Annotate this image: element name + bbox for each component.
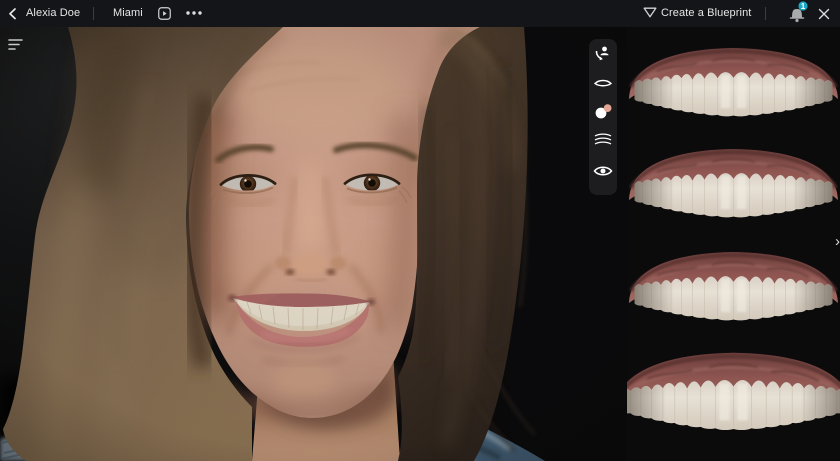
svg-text:1: 1 [801, 2, 806, 11]
